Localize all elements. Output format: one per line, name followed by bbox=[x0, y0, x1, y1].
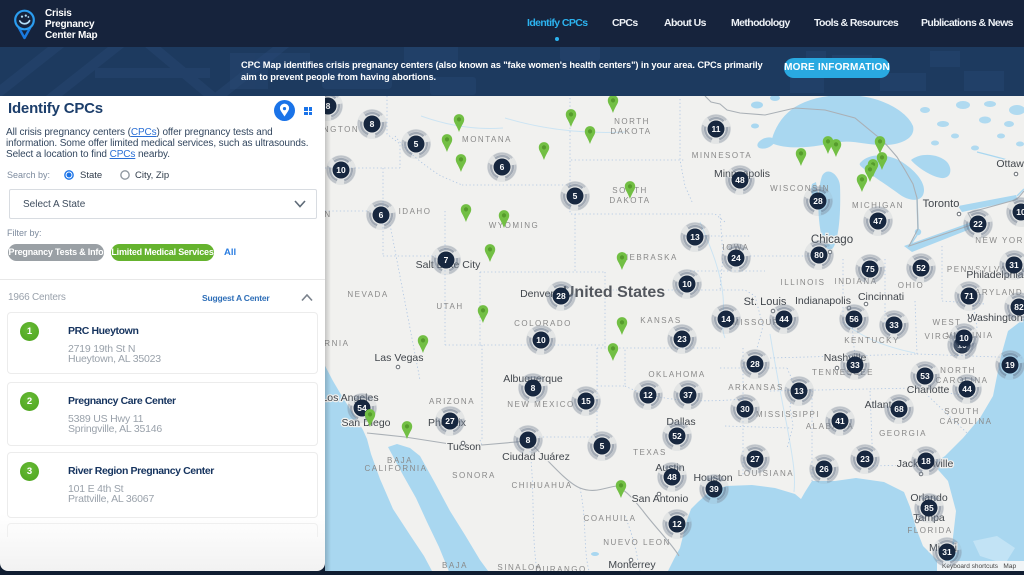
svg-text:ARIZONA: ARIZONA bbox=[429, 397, 475, 406]
svg-text:23: 23 bbox=[860, 454, 870, 464]
svg-text:OKLAHOMA: OKLAHOMA bbox=[648, 370, 705, 379]
svg-text:31: 31 bbox=[942, 547, 952, 557]
svg-text:NUEVO LEON: NUEVO LEON bbox=[603, 538, 670, 547]
svg-text:Cincinnati: Cincinnati bbox=[858, 291, 904, 303]
svg-text:41: 41 bbox=[835, 416, 845, 426]
svg-text:28: 28 bbox=[556, 291, 566, 301]
svg-text:10: 10 bbox=[1016, 207, 1024, 217]
svg-text:UTAH: UTAH bbox=[436, 302, 463, 311]
svg-text:82: 82 bbox=[1014, 302, 1024, 312]
svg-text:33: 33 bbox=[889, 320, 899, 330]
svg-text:85: 85 bbox=[924, 503, 934, 513]
svg-text:27: 27 bbox=[445, 416, 455, 426]
svg-text:33: 33 bbox=[850, 360, 860, 370]
svg-text:MISSISSIPPI: MISSISSIPPI bbox=[756, 410, 820, 419]
svg-text:8: 8 bbox=[526, 435, 531, 445]
svg-text:BAJA: BAJA bbox=[442, 561, 468, 570]
svg-text:7: 7 bbox=[444, 255, 449, 265]
svg-text:71: 71 bbox=[964, 291, 974, 301]
svg-text:27: 27 bbox=[750, 454, 760, 464]
svg-text:12: 12 bbox=[672, 519, 682, 529]
svg-text:SONORA: SONORA bbox=[452, 471, 496, 480]
svg-text:80: 80 bbox=[814, 250, 824, 260]
svg-text:ARKANSAS: ARKANSAS bbox=[728, 383, 784, 392]
svg-text:FLORIDA: FLORIDA bbox=[907, 526, 952, 535]
svg-text:12: 12 bbox=[643, 390, 653, 400]
svg-text:CHIHUAHUA: CHIHUAHUA bbox=[511, 481, 572, 490]
svg-text:26: 26 bbox=[819, 464, 829, 474]
svg-text:TEXAS: TEXAS bbox=[633, 448, 667, 457]
svg-text:DAKOTA: DAKOTA bbox=[610, 127, 651, 136]
svg-text:53: 53 bbox=[920, 371, 930, 381]
svg-text:75: 75 bbox=[865, 264, 875, 274]
svg-text:CAROLINA: CAROLINA bbox=[940, 417, 993, 426]
svg-text:MONTANA: MONTANA bbox=[462, 135, 512, 144]
svg-text:Indianapolis: Indianapolis bbox=[795, 295, 851, 307]
svg-text:22: 22 bbox=[973, 219, 983, 229]
svg-text:NEW MEXICO: NEW MEXICO bbox=[507, 400, 574, 409]
svg-text:GEORGIA: GEORGIA bbox=[879, 429, 927, 438]
svg-text:5: 5 bbox=[414, 139, 419, 149]
svg-text:6: 6 bbox=[500, 162, 505, 172]
svg-text:IDAHO: IDAHO bbox=[399, 207, 432, 216]
svg-text:44: 44 bbox=[779, 314, 789, 324]
svg-text:15: 15 bbox=[581, 396, 591, 406]
svg-text:30: 30 bbox=[740, 404, 750, 414]
svg-text:31: 31 bbox=[1009, 260, 1019, 270]
svg-text:39: 39 bbox=[709, 484, 719, 494]
svg-text:WYOMING: WYOMING bbox=[489, 221, 540, 230]
svg-text:8: 8 bbox=[531, 383, 536, 393]
svg-text:KANSAS: KANSAS bbox=[640, 316, 681, 325]
svg-text:19: 19 bbox=[1005, 360, 1015, 370]
svg-text:10: 10 bbox=[336, 165, 346, 175]
svg-text:28: 28 bbox=[813, 196, 823, 206]
svg-text:NEBRASKA: NEBRASKA bbox=[622, 253, 678, 262]
svg-text:10: 10 bbox=[959, 333, 969, 343]
svg-text:Las Vegas: Las Vegas bbox=[374, 352, 423, 364]
svg-text:United States: United States bbox=[563, 284, 665, 301]
svg-text:37: 37 bbox=[683, 390, 693, 400]
svg-text:COAHUILA: COAHUILA bbox=[584, 514, 637, 523]
svg-text:23: 23 bbox=[677, 334, 687, 344]
svg-text:52: 52 bbox=[672, 431, 682, 441]
svg-text:MINNESOTA: MINNESOTA bbox=[692, 151, 752, 160]
svg-text:10: 10 bbox=[536, 335, 546, 345]
svg-text:10: 10 bbox=[682, 279, 692, 289]
svg-text:8: 8 bbox=[370, 119, 375, 129]
svg-text:NORTH: NORTH bbox=[614, 117, 650, 126]
svg-text:47: 47 bbox=[873, 216, 883, 226]
svg-text:56: 56 bbox=[849, 314, 859, 324]
svg-text:Ciudad Juárez: Ciudad Juárez bbox=[502, 451, 570, 463]
svg-text:13: 13 bbox=[690, 232, 700, 242]
svg-text:11: 11 bbox=[712, 124, 721, 134]
svg-text:54: 54 bbox=[357, 403, 367, 413]
svg-text:CALIFORNIA: CALIFORNIA bbox=[364, 464, 427, 473]
svg-text:5: 5 bbox=[573, 191, 578, 201]
svg-text:DURANGO: DURANGO bbox=[535, 565, 586, 571]
svg-text:NORTH: NORTH bbox=[940, 366, 976, 375]
svg-text:ILLINOIS: ILLINOIS bbox=[781, 278, 826, 287]
svg-text:13: 13 bbox=[794, 386, 804, 396]
svg-text:52: 52 bbox=[916, 263, 926, 273]
svg-text:14: 14 bbox=[721, 314, 731, 324]
svg-text:NEVADA: NEVADA bbox=[347, 290, 388, 299]
svg-text:Toronto: Toronto bbox=[923, 198, 960, 210]
svg-text:68: 68 bbox=[894, 404, 904, 414]
svg-text:5: 5 bbox=[600, 441, 605, 451]
svg-text:6: 6 bbox=[379, 210, 384, 220]
svg-text:18: 18 bbox=[921, 456, 931, 466]
svg-text:48: 48 bbox=[735, 175, 745, 185]
svg-text:28: 28 bbox=[750, 359, 760, 369]
svg-text:24: 24 bbox=[731, 253, 741, 263]
svg-text:44: 44 bbox=[962, 384, 972, 394]
svg-text:SOUTH: SOUTH bbox=[944, 407, 980, 416]
svg-text:Ottawa: Ottawa bbox=[996, 158, 1024, 170]
svg-text:48: 48 bbox=[667, 472, 677, 482]
